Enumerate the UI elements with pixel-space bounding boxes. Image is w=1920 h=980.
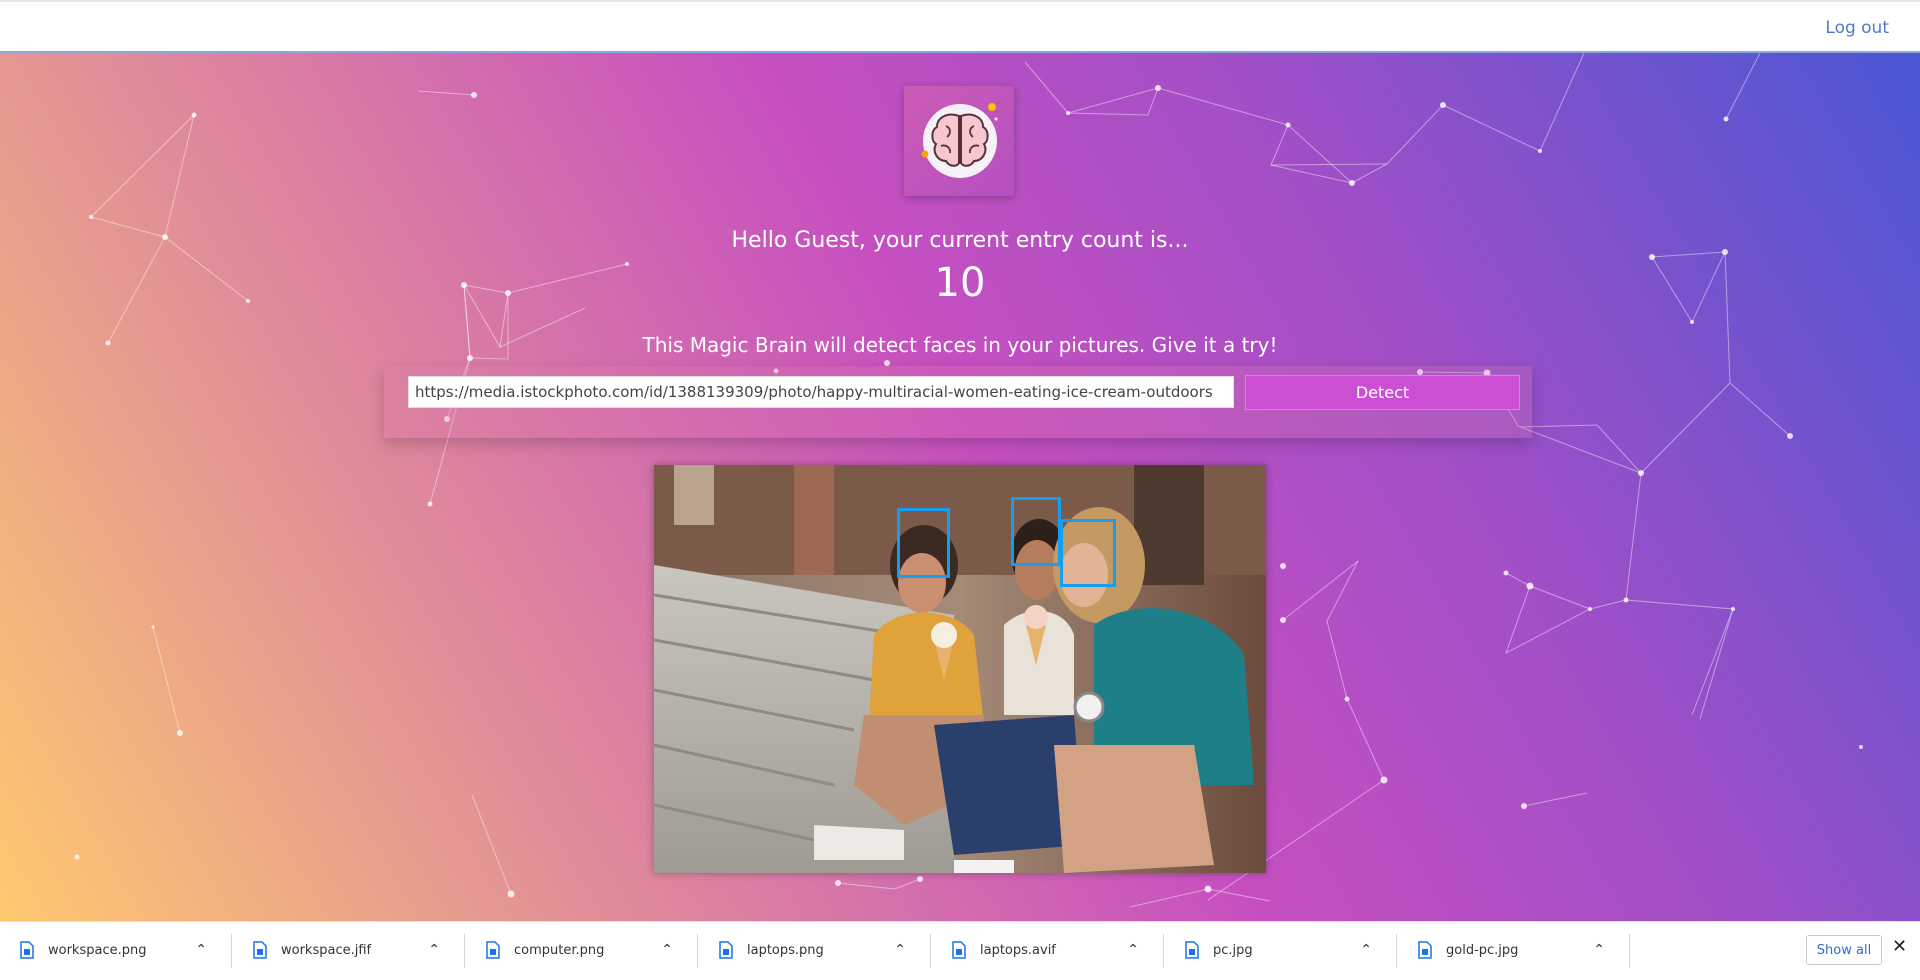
- download-item[interactable]: pc.jpg ⌃: [1165, 934, 1397, 968]
- entry-count: 10: [934, 260, 986, 306]
- download-filename: pc.jpg: [1213, 943, 1253, 958]
- file-icon: [952, 941, 966, 959]
- chevron-up-icon[interactable]: ⌃: [428, 942, 440, 958]
- face-box: [897, 508, 950, 578]
- download-item[interactable]: gold-pc.jpg ⌃: [1398, 934, 1630, 968]
- image-scene: [653, 465, 1266, 873]
- file-icon: [1418, 941, 1432, 959]
- file-icon: [253, 941, 267, 959]
- tagline: This Magic Brain will detect faces in yo…: [642, 333, 1278, 357]
- logo: [904, 86, 1014, 196]
- download-item[interactable]: laptops.png ⌃: [699, 934, 931, 968]
- download-filename: computer.png: [514, 943, 605, 958]
- download-item[interactable]: workspace.jfif ⌃: [233, 934, 465, 968]
- face-box: [1060, 519, 1116, 587]
- file-icon: [1185, 941, 1199, 959]
- file-icon: [486, 941, 500, 959]
- chevron-up-icon[interactable]: ⌃: [195, 942, 207, 958]
- download-filename: laptops.avif: [980, 943, 1056, 958]
- image-url-input[interactable]: [408, 376, 1234, 408]
- face-detection-image: [653, 465, 1266, 873]
- download-item[interactable]: computer.png ⌃: [466, 934, 698, 968]
- image-link-form: Detect: [384, 366, 1532, 438]
- chevron-up-icon[interactable]: ⌃: [661, 942, 673, 958]
- download-filename: workspace.jfif: [281, 943, 372, 958]
- chevron-up-icon[interactable]: ⌃: [1127, 942, 1139, 958]
- download-filename: laptops.png: [747, 943, 824, 958]
- downloads-shelf: workspace.png ⌃ workspace.jfif ⌃ compute…: [0, 921, 1920, 980]
- file-icon: [719, 941, 733, 959]
- chevron-up-icon[interactable]: ⌃: [1593, 942, 1605, 958]
- main-area: Hello Guest, your current entry count is…: [0, 53, 1920, 921]
- download-item[interactable]: laptops.avif ⌃: [932, 934, 1164, 968]
- face-box: [1011, 497, 1061, 566]
- chevron-up-icon[interactable]: ⌃: [894, 942, 906, 958]
- brain-icon: [921, 103, 998, 178]
- detect-button[interactable]: Detect: [1245, 375, 1520, 410]
- top-nav: Log out: [0, 0, 1920, 53]
- close-icon[interactable]: ✕: [1892, 936, 1907, 957]
- show-all-button[interactable]: Show all: [1806, 935, 1882, 965]
- greeting-text: Hello Guest, your current entry count is…: [731, 228, 1189, 253]
- download-item[interactable]: workspace.png ⌃: [0, 934, 232, 968]
- download-filename: workspace.png: [48, 943, 147, 958]
- logout-link[interactable]: Log out: [1825, 18, 1889, 38]
- file-icon: [20, 941, 34, 959]
- chevron-up-icon[interactable]: ⌃: [1360, 942, 1372, 958]
- download-filename: gold-pc.jpg: [1446, 943, 1519, 958]
